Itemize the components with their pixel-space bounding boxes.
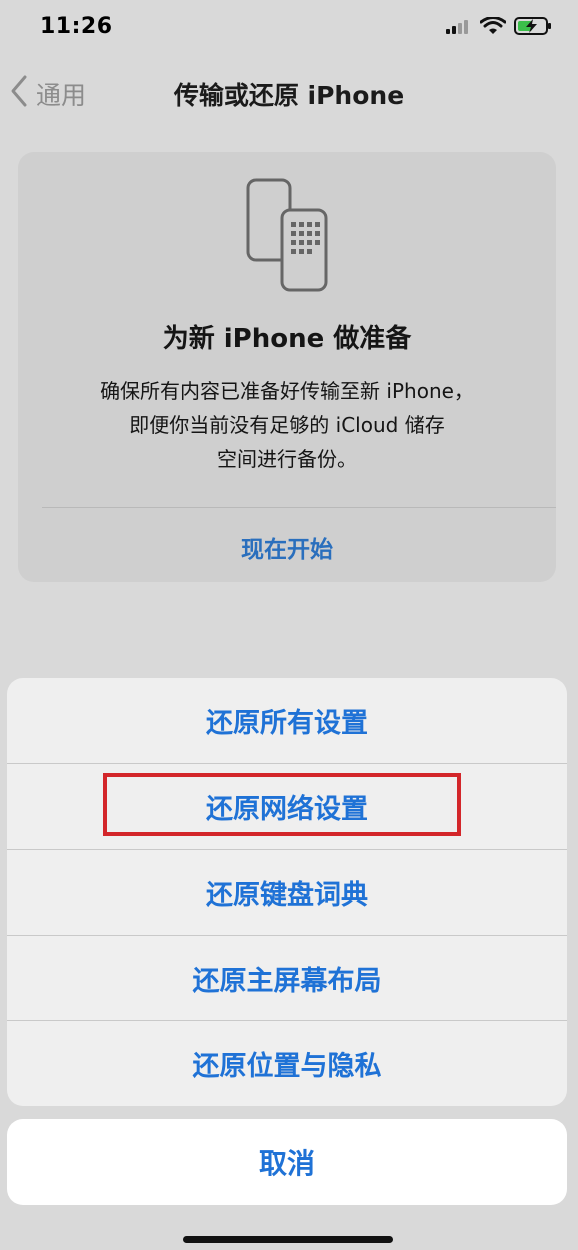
prepare-card: 为新 iPhone 做准备 确保所有内容已准备好传输至新 iPhone， 即便你…	[18, 152, 556, 582]
card-title: 为新 iPhone 做准备	[162, 324, 412, 354]
reset-all-settings-button[interactable]: 还原所有设置	[7, 678, 567, 763]
highlight-annotation-box	[103, 773, 461, 836]
reset-keyboard-dictionary-button[interactable]: 还原键盘词典	[7, 850, 567, 935]
card-description-line: 确保所有内容已准备好传输至新 iPhone，	[100, 379, 474, 403]
divider	[42, 507, 556, 508]
home-indicator[interactable]	[183, 1236, 393, 1243]
cancel-button[interactable]: 取消	[7, 1119, 567, 1205]
signal-icon	[446, 18, 472, 38]
status-time: 11:26	[40, 14, 113, 39]
page-title: 传输或还原 iPhone	[173, 81, 405, 110]
get-started-button[interactable]: 现在开始	[18, 530, 556, 564]
card-description: 确保所有内容已准备好传输至新 iPhone， 即便你当前没有足够的 iCloud…	[48, 374, 526, 476]
status-icons	[446, 16, 552, 40]
nav-bar: 通用 传输或还原 iPhone	[0, 66, 578, 122]
reset-location-privacy-button[interactable]: 还原位置与隐私	[7, 1021, 567, 1106]
reset-home-screen-layout-button[interactable]: 还原主屏幕布局	[7, 936, 567, 1021]
battery-charging-icon	[514, 16, 552, 40]
card-description-line: 空间进行备份。	[217, 447, 357, 471]
status-bar: 11:26	[0, 0, 578, 56]
card-description-line: 即便你当前没有足够的 iCloud 储存	[129, 413, 445, 437]
phones-transfer-icon	[244, 178, 330, 298]
wifi-icon	[479, 16, 507, 39]
reset-action-sheet: 还原所有设置 还原网络设置 还原键盘词典 还原主屏幕布局 还原位置与隐私	[7, 678, 567, 1106]
